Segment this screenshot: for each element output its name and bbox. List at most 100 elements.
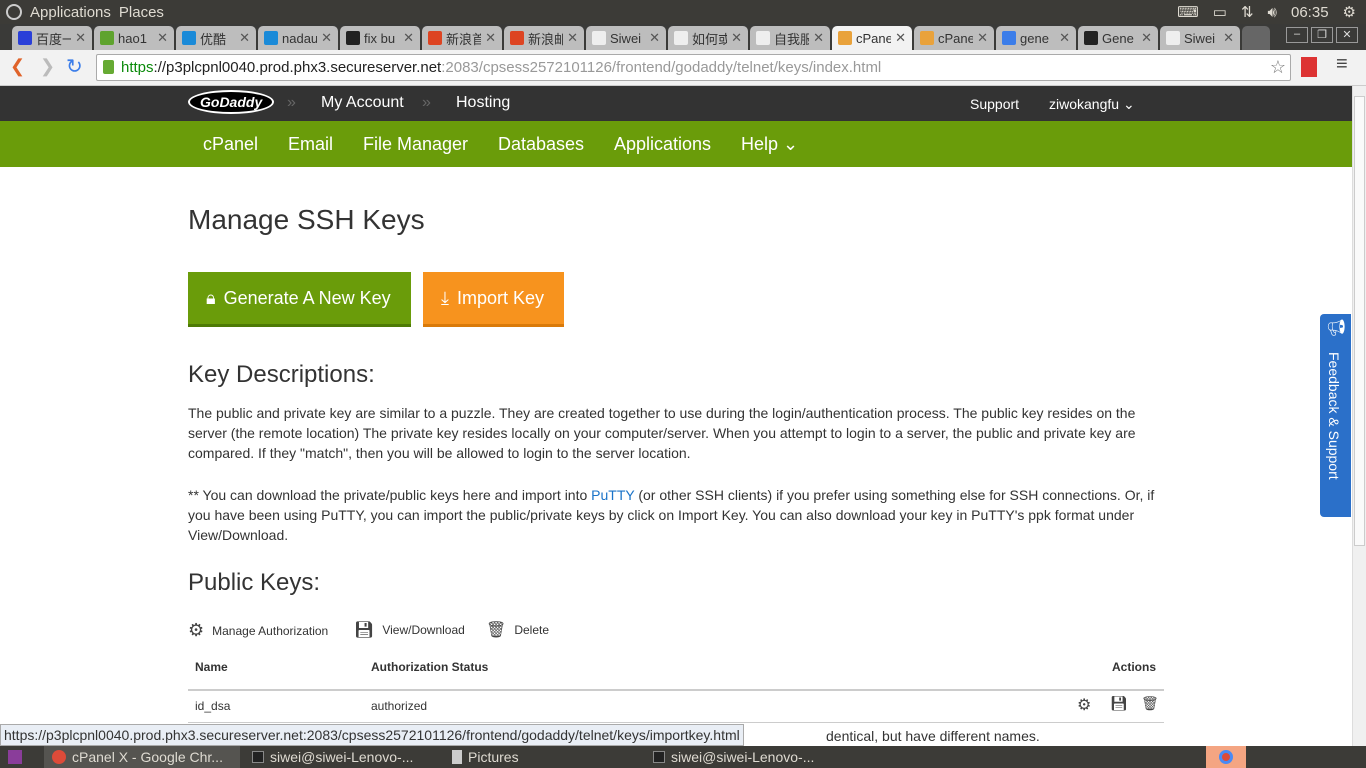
- close-tab-icon[interactable]: ✕: [157, 30, 168, 46]
- forward-button[interactable]: ❯: [40, 56, 55, 77]
- show-desktop-icon[interactable]: [0, 746, 40, 768]
- close-tab-icon[interactable]: ✕: [977, 30, 988, 46]
- bookmark-star-icon[interactable]: ☆: [1270, 57, 1286, 78]
- close-tab-icon[interactable]: ✕: [485, 30, 496, 46]
- favicon-icon: [18, 31, 32, 45]
- clock[interactable]: 06:35: [1291, 4, 1329, 21]
- chevron-icon: »: [422, 94, 431, 111]
- divider: [188, 722, 1164, 723]
- browser-tab[interactable]: 新浪首 ✕: [422, 26, 502, 50]
- row-trash-icon[interactable]: 🗑︎: [1141, 695, 1159, 712]
- nav-email[interactable]: Email: [288, 134, 333, 155]
- close-tab-icon[interactable]: ✕: [1223, 30, 1234, 46]
- scrollbar[interactable]: [1352, 86, 1366, 746]
- godaddy-logo[interactable]: GoDaddy: [188, 90, 275, 114]
- close-tab-icon[interactable]: ✕: [649, 30, 660, 46]
- taskbar-item-terminal[interactable]: siwei@siwei-Lenovo-...: [244, 746, 440, 768]
- places-menu[interactable]: Places: [119, 4, 164, 21]
- address-bar[interactable]: https://p3plcpnl0040.prod.phx3.secureser…: [96, 54, 1291, 81]
- nav-file-manager[interactable]: File Manager: [363, 134, 468, 155]
- delete-button[interactable]: 🗑︎ Delete: [486, 620, 549, 640]
- row-gear-icon[interactable]: ⚙: [1077, 695, 1091, 715]
- close-window-button[interactable]: ✕: [1336, 27, 1358, 43]
- workspace-chrome-icon[interactable]: [1206, 746, 1246, 768]
- taskbar-item-chrome[interactable]: cPanel X - Google Chr...: [44, 746, 240, 768]
- chevron-icon: »: [287, 94, 296, 111]
- menu-icon[interactable]: ≡: [1336, 53, 1348, 76]
- browser-tab[interactable]: Siwei ✕: [586, 26, 666, 50]
- close-tab-icon[interactable]: ✕: [1059, 30, 1070, 46]
- close-tab-icon[interactable]: ✕: [731, 30, 742, 46]
- close-tab-icon[interactable]: ✕: [75, 30, 86, 46]
- browser-tab[interactable]: cPane ✕: [832, 26, 912, 50]
- tab-strip: 百度一 ✕ hao1 ✕ 优酷 ✕ nadau ✕ fix bu ✕ 新浪首 ✕ 新浪邮 ✕ Siwei ✕ 如…: [0, 24, 1366, 50]
- nav-help[interactable]: Help ⌄: [741, 134, 798, 155]
- close-tab-icon[interactable]: ✕: [895, 30, 906, 46]
- reload-button[interactable]: ↻: [66, 54, 83, 79]
- user-menu[interactable]: ziwokangfu ⌄: [1049, 96, 1135, 113]
- close-tab-icon[interactable]: ✕: [403, 30, 414, 46]
- my-account-link[interactable]: My Account: [321, 94, 404, 112]
- browser-tab[interactable]: 如何或 ✕: [668, 26, 748, 50]
- hosting-link[interactable]: Hosting: [456, 94, 510, 112]
- keyboard-icon[interactable]: ⌨: [1177, 3, 1199, 21]
- label: View/Download: [382, 623, 465, 637]
- browser-tab[interactable]: 自我服 ✕: [750, 26, 830, 50]
- favicon-icon: [100, 31, 114, 45]
- browser-tab[interactable]: nadau ✕: [258, 26, 338, 50]
- manage-authorization-button[interactable]: ⚙ Manage Authorization: [188, 620, 328, 641]
- browser-tab[interactable]: Siwei ✕: [1160, 26, 1240, 50]
- putty-link[interactable]: PuTTY: [591, 487, 634, 503]
- browser-tab[interactable]: Gene ✕: [1078, 26, 1158, 50]
- nav-applications[interactable]: Applications: [614, 134, 711, 155]
- browser-tab[interactable]: hao1 ✕: [94, 26, 174, 50]
- row-save-icon[interactable]: 💾︎: [1110, 695, 1128, 712]
- download-icon: ⤓: [441, 287, 449, 308]
- username: ziwokangfu: [1049, 96, 1120, 112]
- extension-icon[interactable]: [1301, 57, 1317, 77]
- minimize-button[interactable]: –: [1286, 27, 1308, 43]
- browser-tab[interactable]: 百度一 ✕: [12, 26, 92, 50]
- import-key-button[interactable]: ⤓ Import Key: [423, 272, 564, 327]
- favicon-icon: [264, 31, 278, 45]
- volume-icon[interactable]: 🔊︎: [1268, 4, 1277, 21]
- browser-tab[interactable]: 优酷 ✕: [176, 26, 256, 50]
- column-header-status[interactable]: Authorization Status: [371, 660, 488, 674]
- battery-icon[interactable]: ▭: [1213, 3, 1227, 21]
- ubuntu-icon[interactable]: [6, 4, 22, 20]
- column-header-name[interactable]: Name: [195, 660, 228, 674]
- network-icon[interactable]: ⇅: [1241, 3, 1254, 21]
- nav-databases[interactable]: Databases: [498, 134, 584, 155]
- restore-button[interactable]: ❐: [1311, 27, 1333, 43]
- support-link[interactable]: Support: [970, 96, 1019, 112]
- applications-menu[interactable]: Applications: [30, 4, 111, 21]
- nav-cpanel[interactable]: cPanel: [203, 134, 258, 155]
- tab-title: Gene: [1102, 30, 1134, 46]
- browser-tab[interactable]: cPane ✕: [914, 26, 994, 50]
- new-tab-button[interactable]: [1242, 26, 1270, 50]
- tab-title: 新浪首: [446, 31, 482, 47]
- key-descriptions-heading: Key Descriptions:: [188, 361, 375, 388]
- close-tab-icon[interactable]: ✕: [239, 30, 250, 46]
- browser-tab[interactable]: gene ✕: [996, 26, 1076, 50]
- tab-title: 自我服: [774, 31, 810, 47]
- nav-help-label: Help: [741, 134, 779, 154]
- status-bubble: https://p3plcpnl0040.prod.phx3.secureser…: [0, 724, 744, 746]
- browser-tab[interactable]: 新浪邮 ✕: [504, 26, 584, 50]
- generate-key-button[interactable]: 🔒︎ Generate A New Key: [188, 272, 411, 327]
- back-button[interactable]: ❮: [10, 56, 25, 77]
- close-tab-icon[interactable]: ✕: [1141, 30, 1152, 46]
- gear-icon[interactable]: ⚙: [1343, 3, 1356, 21]
- favicon-icon: [510, 31, 524, 45]
- taskbar-item-pictures[interactable]: Pictures: [444, 746, 640, 768]
- favicon-icon: [1002, 31, 1016, 45]
- browser-tab[interactable]: fix bu ✕: [340, 26, 420, 50]
- label: Pictures: [468, 749, 519, 765]
- close-tab-icon[interactable]: ✕: [813, 30, 824, 46]
- scrollbar-thumb[interactable]: [1354, 96, 1365, 546]
- taskbar-item-terminal[interactable]: siwei@siwei-Lenovo-...: [645, 746, 841, 768]
- close-tab-icon[interactable]: ✕: [567, 30, 578, 46]
- view-download-button[interactable]: 💾︎ View/Download: [354, 620, 465, 640]
- close-tab-icon[interactable]: ✕: [321, 30, 332, 46]
- feedback-support-tab[interactable]: 📢︎ Feedback & Support: [1320, 314, 1351, 517]
